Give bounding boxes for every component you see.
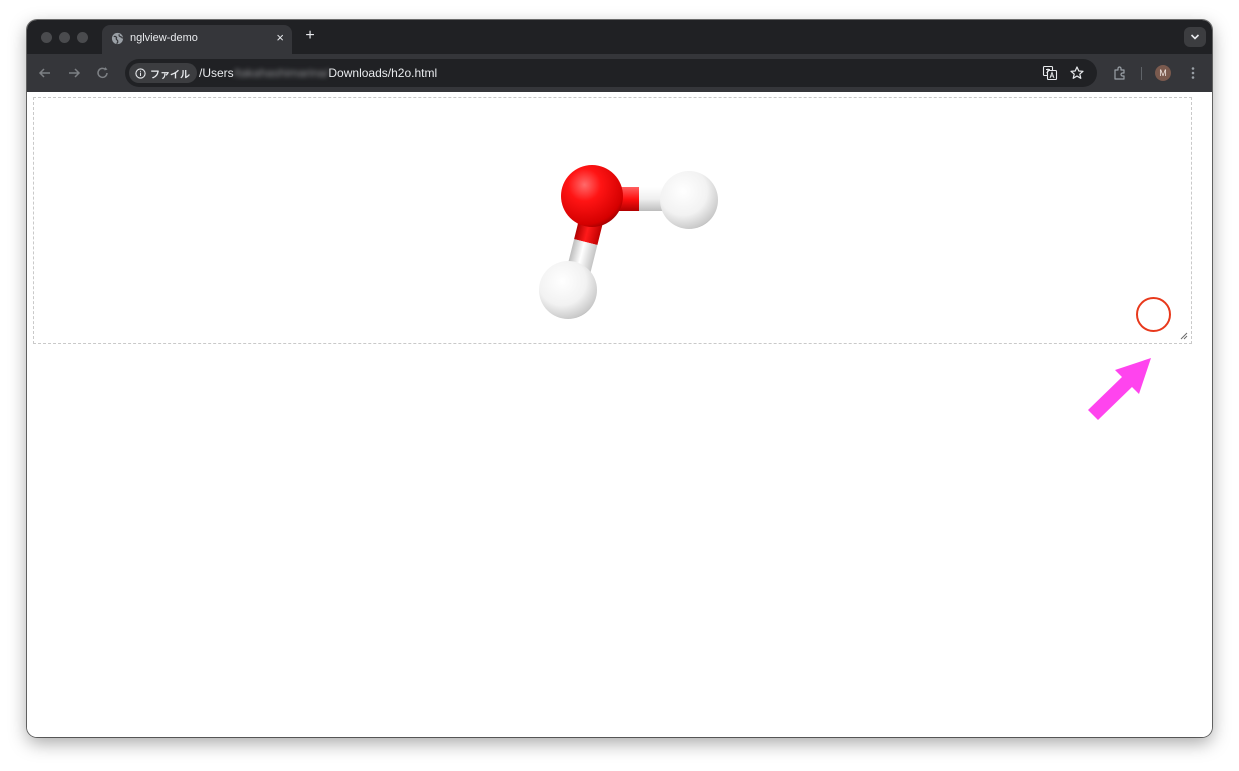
site-info-label: ファイル [150, 69, 190, 81]
pointer-arrow-annotation [1088, 358, 1151, 420]
new-tab-button[interactable]: + [301, 27, 319, 45]
url-text: /Users /takahashimarina/ Downloads/h2o.h… [199, 66, 437, 80]
page-content [27, 92, 1212, 737]
close-window-button[interactable] [41, 32, 52, 43]
nglview-widget[interactable] [33, 97, 1192, 344]
tab-close-icon[interactable]: × [276, 30, 284, 46]
highlight-circle-annotation [1136, 297, 1171, 332]
profile-avatar[interactable]: M [1155, 65, 1171, 81]
bookmark-star-icon[interactable] [1069, 65, 1085, 81]
extensions-puzzle-icon[interactable] [1111, 64, 1129, 82]
hydrogen-atom-left [539, 261, 597, 319]
water-molecule-3d-view[interactable] [34, 98, 1191, 343]
chevron-down-icon [1190, 34, 1200, 40]
tab-strip: nglview-demo × + [27, 20, 1212, 54]
forward-arrow-icon[interactable] [65, 64, 83, 82]
info-icon [135, 67, 146, 79]
globe-icon [111, 32, 124, 45]
minimize-window-button[interactable] [59, 32, 70, 43]
toolbar-separator [1141, 67, 1142, 80]
site-info-chip[interactable]: ファイル [129, 63, 197, 83]
translate-icon[interactable] [1042, 65, 1058, 81]
zoom-window-button[interactable] [77, 32, 88, 43]
oxygen-atom [561, 165, 623, 227]
hydrogen-atom-right [660, 171, 718, 229]
back-arrow-icon[interactable] [36, 64, 54, 82]
more-menu-icon[interactable] [1184, 64, 1202, 82]
tab-nglview-demo[interactable]: nglview-demo × [102, 25, 292, 54]
address-bar[interactable]: ファイル /Users /takahashimarina/ Downloads/… [125, 59, 1097, 87]
url-prefix: /Users [199, 66, 234, 80]
tab-title: nglview-demo [130, 32, 198, 44]
toolbar: ファイル /Users /takahashimarina/ Downloads/… [27, 54, 1212, 92]
url-redacted-segment: /takahashimarina/ [233, 66, 329, 80]
browser-window: nglview-demo × + ファイル /Users /takahashim… [27, 20, 1212, 737]
tab-search-button[interactable] [1184, 27, 1206, 47]
resize-grip-icon[interactable] [1180, 332, 1188, 340]
url-suffix: Downloads/h2o.html [328, 66, 438, 80]
reload-icon[interactable] [94, 64, 112, 82]
